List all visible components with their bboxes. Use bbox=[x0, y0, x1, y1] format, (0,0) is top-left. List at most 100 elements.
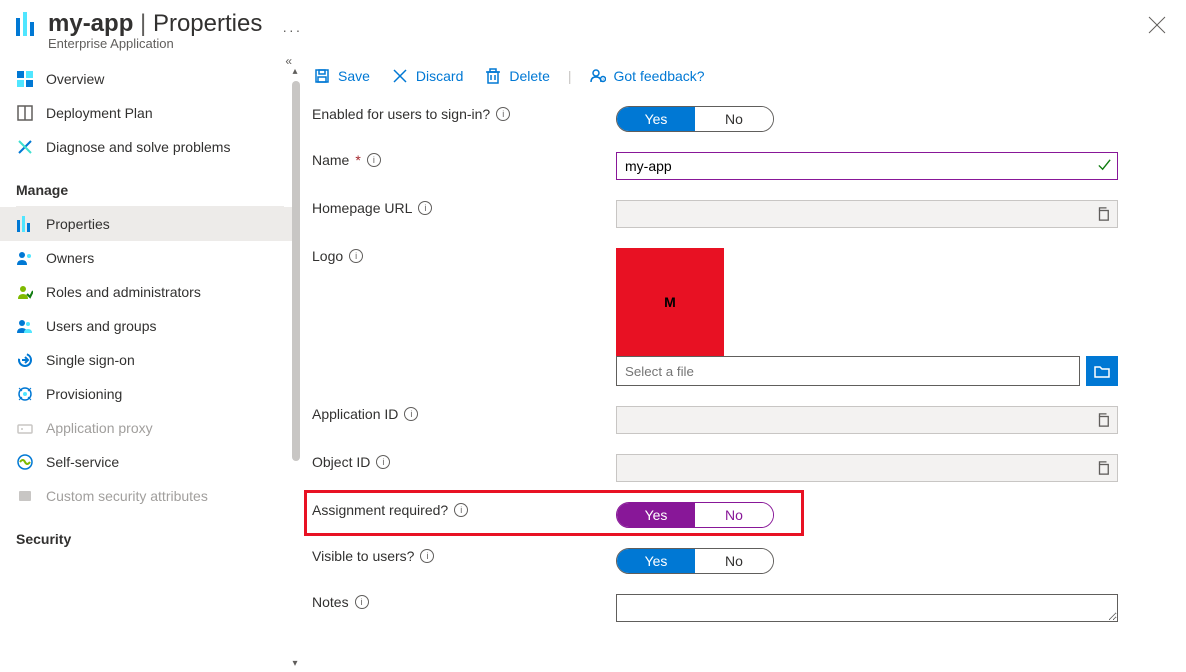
scrollbar[interactable] bbox=[292, 81, 300, 461]
overview-icon bbox=[16, 70, 34, 88]
visible-label: Visible to users? bbox=[312, 548, 414, 564]
homepage-input[interactable] bbox=[617, 201, 1089, 227]
copy-button[interactable] bbox=[1089, 407, 1117, 433]
provisioning-icon bbox=[16, 385, 34, 403]
highlight-annotation bbox=[304, 490, 804, 536]
page-header: my-app | Properties Enterprise Applicati… bbox=[0, 0, 1186, 56]
security-attr-icon bbox=[16, 487, 34, 505]
sidebar-label: Application proxy bbox=[46, 420, 153, 436]
required-indicator: * bbox=[355, 152, 360, 168]
sidebar: « ▴ ▾ Overview Deployment Plan Diagnose … bbox=[0, 56, 300, 672]
name-input[interactable] bbox=[616, 152, 1118, 180]
name-label: Name bbox=[312, 152, 349, 168]
notes-label: Notes bbox=[312, 594, 349, 610]
sidebar-label: Owners bbox=[46, 250, 94, 266]
toggle-yes[interactable]: Yes bbox=[617, 107, 695, 131]
delete-label: Delete bbox=[509, 68, 549, 84]
toggle-no[interactable]: No bbox=[695, 549, 773, 573]
info-icon[interactable]: i bbox=[355, 595, 369, 609]
enabled-label: Enabled for users to sign-in? bbox=[312, 106, 490, 122]
file-input[interactable] bbox=[616, 356, 1080, 386]
more-menu-icon[interactable]: ··· bbox=[282, 22, 302, 38]
page-subtitle: Enterprise Application bbox=[48, 36, 262, 51]
toggle-no[interactable]: No bbox=[695, 107, 773, 131]
sidebar-label: Custom security attributes bbox=[46, 488, 208, 504]
sidebar-label: Users and groups bbox=[46, 318, 157, 334]
feedback-icon: ? bbox=[590, 68, 606, 84]
toolbar: Save Discard Delete | ? Got feedback? bbox=[306, 56, 1166, 96]
sidebar-item-owners[interactable]: Owners bbox=[0, 241, 300, 275]
copy-button[interactable] bbox=[1089, 201, 1117, 227]
sidebar-item-custom-attrs: Custom security attributes bbox=[0, 479, 300, 513]
sidebar-label: Single sign-on bbox=[46, 352, 135, 368]
sidebar-heading-manage: Manage bbox=[16, 164, 284, 207]
save-icon bbox=[314, 68, 330, 84]
toggle-yes[interactable]: Yes bbox=[617, 549, 695, 573]
object-id-input[interactable] bbox=[617, 455, 1089, 481]
toolbar-separator: | bbox=[568, 68, 572, 84]
properties-icon bbox=[16, 215, 34, 233]
homepage-label: Homepage URL bbox=[312, 200, 412, 216]
sidebar-item-sso[interactable]: Single sign-on bbox=[0, 343, 300, 377]
info-icon[interactable]: i bbox=[367, 153, 381, 167]
sidebar-item-users-groups[interactable]: Users and groups bbox=[0, 309, 300, 343]
logo-label: Logo bbox=[312, 248, 343, 264]
discard-label: Discard bbox=[416, 68, 463, 84]
title-separator: | bbox=[140, 10, 153, 37]
object-id-label: Object ID bbox=[312, 454, 370, 470]
users-icon bbox=[16, 317, 34, 335]
info-icon[interactable]: i bbox=[349, 249, 363, 263]
sidebar-label: Deployment Plan bbox=[46, 105, 153, 121]
sidebar-heading-security: Security bbox=[0, 513, 300, 555]
sidebar-item-diagnose[interactable]: Diagnose and solve problems bbox=[0, 130, 300, 164]
sidebar-item-deployment[interactable]: Deployment Plan bbox=[0, 96, 300, 130]
self-service-icon bbox=[16, 453, 34, 471]
discard-icon bbox=[392, 68, 408, 84]
roles-icon bbox=[16, 283, 34, 301]
save-button[interactable]: Save bbox=[306, 64, 378, 88]
info-icon[interactable]: i bbox=[404, 407, 418, 421]
wrench-icon bbox=[16, 138, 34, 156]
feedback-label: Got feedback? bbox=[614, 68, 705, 84]
book-icon bbox=[16, 104, 34, 122]
owners-icon bbox=[16, 249, 34, 267]
sidebar-item-overview[interactable]: Overview bbox=[0, 62, 300, 96]
sidebar-item-self-service[interactable]: Self-service bbox=[0, 445, 300, 479]
main-panel: Save Discard Delete | ? Got feedback? En… bbox=[300, 56, 1186, 672]
app-id-input[interactable] bbox=[617, 407, 1089, 433]
checkmark-icon bbox=[1097, 157, 1112, 175]
sidebar-label: Diagnose and solve problems bbox=[46, 139, 230, 155]
sidebar-item-properties[interactable]: Properties bbox=[0, 207, 300, 241]
app-id-label: Application ID bbox=[312, 406, 398, 422]
info-icon[interactable]: i bbox=[418, 201, 432, 215]
info-icon[interactable]: i bbox=[496, 107, 510, 121]
browse-file-button[interactable] bbox=[1086, 356, 1118, 386]
proxy-icon bbox=[16, 419, 34, 437]
app-icon bbox=[16, 12, 36, 40]
info-icon[interactable]: i bbox=[420, 549, 434, 563]
scroll-up-icon[interactable]: ▴ bbox=[288, 66, 302, 80]
homepage-field bbox=[616, 200, 1118, 228]
feedback-button[interactable]: ? Got feedback? bbox=[582, 64, 713, 88]
info-icon[interactable]: i bbox=[376, 455, 390, 469]
page-section: Properties bbox=[153, 10, 262, 37]
sidebar-label: Self-service bbox=[46, 454, 119, 470]
copy-button[interactable] bbox=[1089, 455, 1117, 481]
delete-icon bbox=[485, 68, 501, 84]
scroll-down-icon[interactable]: ▾ bbox=[288, 658, 302, 672]
enabled-toggle[interactable]: Yes No bbox=[616, 106, 774, 132]
sidebar-label: Properties bbox=[46, 216, 110, 232]
sidebar-label: Provisioning bbox=[46, 386, 122, 402]
sidebar-label: Roles and administrators bbox=[46, 284, 201, 300]
sso-icon bbox=[16, 351, 34, 369]
close-button[interactable] bbox=[1148, 16, 1166, 37]
discard-button[interactable]: Discard bbox=[384, 64, 471, 88]
visible-toggle[interactable]: Yes No bbox=[616, 548, 774, 574]
logo-letter: M bbox=[664, 294, 676, 310]
logo-preview: M bbox=[616, 248, 724, 356]
sidebar-item-provisioning[interactable]: Provisioning bbox=[0, 377, 300, 411]
notes-textarea[interactable] bbox=[616, 594, 1118, 622]
title-block: my-app | Properties Enterprise Applicati… bbox=[48, 10, 262, 51]
delete-button[interactable]: Delete bbox=[477, 64, 557, 88]
sidebar-item-roles[interactable]: Roles and administrators bbox=[0, 275, 300, 309]
